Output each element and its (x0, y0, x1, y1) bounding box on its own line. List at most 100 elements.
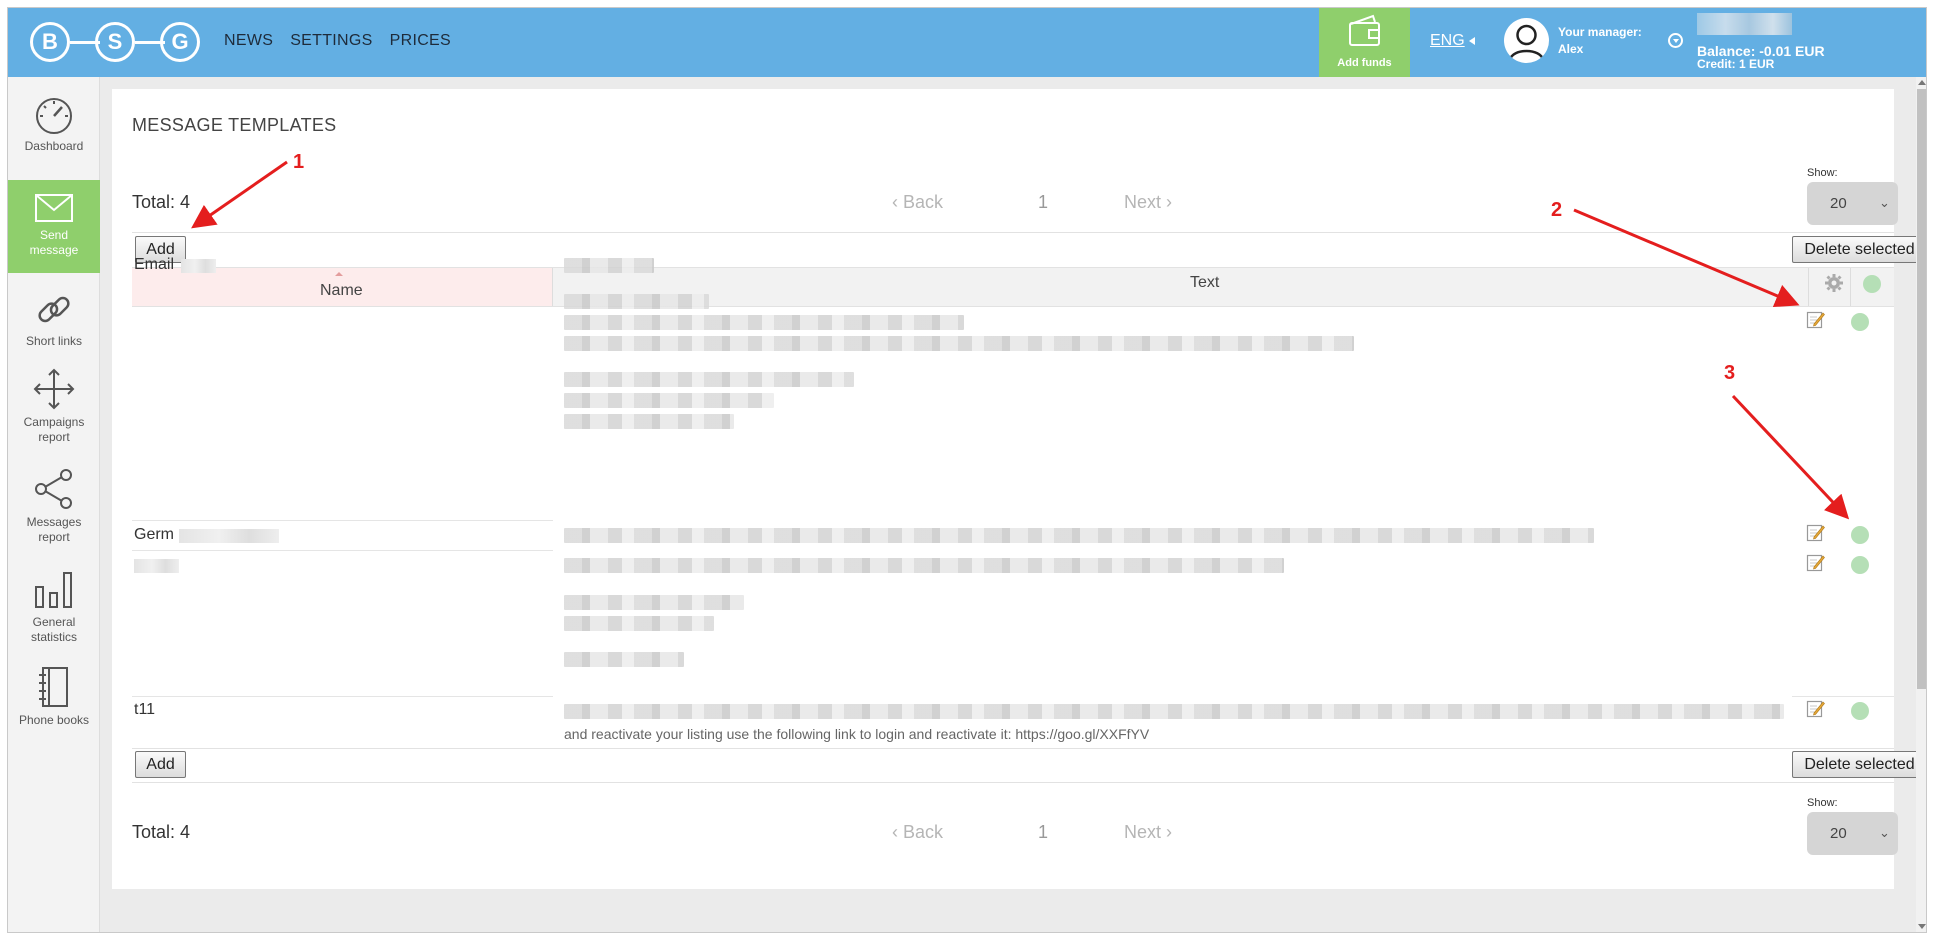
column-divider (1850, 268, 1851, 306)
text-redacted (564, 372, 854, 387)
sidebar-item-messages-report[interactable]: Messages report (8, 467, 100, 545)
scroll-down-icon[interactable] (1918, 924, 1926, 929)
sidebar-item-label: Short links (25, 334, 83, 348)
status-header-dot[interactable] (1863, 275, 1881, 293)
caret-left-icon[interactable] (1469, 37, 1475, 45)
chevron-left-icon: ‹ (892, 822, 903, 842)
text-redacted (564, 616, 714, 631)
annotation-number-2: 2 (1551, 199, 1563, 221)
link-icon (38, 296, 70, 323)
nav-prices[interactable]: PRICES (390, 32, 451, 50)
user-icon (1508, 24, 1545, 61)
text-redacted (564, 393, 774, 408)
gear-icon[interactable] (1823, 272, 1845, 294)
sidebar-item-label: Dashboard (24, 139, 84, 153)
template-name[interactable]: Email (134, 256, 174, 274)
account-dropdown-icon[interactable] (1668, 33, 1683, 48)
sidebar-item-label: Campaigns report (23, 415, 85, 444)
status-dot-active[interactable] (1851, 526, 1869, 544)
status-dot-active[interactable] (1851, 313, 1869, 331)
edit-icon[interactable] (1806, 553, 1825, 572)
wallet-icon (1349, 14, 1380, 46)
browser-frame: B S G NEWS SETTINGS PRICES Add funds ENG (7, 7, 1927, 933)
text-redacted (564, 652, 684, 667)
sidebar-item-general-statistics[interactable]: General statistics (8, 567, 100, 645)
pager-back-label: Back (903, 192, 944, 212)
logo-letter-g: G (160, 22, 200, 62)
sidebar-item-dashboard[interactable]: Dashboard (8, 95, 100, 154)
sidebar-item-campaigns-report[interactable]: Campaigns report (8, 367, 100, 445)
scrollbar-thumb[interactable] (1917, 89, 1926, 689)
pager-next-label: Next (1124, 822, 1162, 842)
share-icon (35, 469, 72, 509)
sidebar-item-short-links[interactable]: Short links (8, 290, 100, 349)
annotation-number-1: 1 (293, 151, 305, 173)
name-redacted (181, 259, 216, 273)
chevron-down-icon: ⌄ (1879, 195, 1890, 210)
delete-selected-button[interactable]: Delete selected (1792, 236, 1926, 263)
edit-icon[interactable] (1806, 699, 1825, 718)
scroll-up-icon[interactable] (1918, 80, 1926, 85)
text-redacted (564, 336, 1354, 351)
bar-chart-icon (35, 572, 72, 608)
show-label-bottom: Show: (1807, 797, 1838, 809)
page-size-value: 20 (1830, 195, 1847, 212)
add-button-bottom[interactable]: Add (135, 751, 186, 778)
total-count: Total: 4 (132, 192, 191, 212)
page-size-select-bottom[interactable]: 20 ⌄ (1807, 812, 1898, 855)
logo-letter-s: S (95, 22, 135, 62)
status-dot-active[interactable] (1851, 702, 1869, 720)
add-funds-label: Add funds (1337, 57, 1392, 69)
row-divider (132, 550, 553, 551)
template-text: and reactivate your listing use the foll… (564, 726, 1150, 742)
edit-icon[interactable] (1806, 310, 1825, 329)
pager-next-button-bottom[interactable]: Next › (1124, 822, 1172, 843)
pager-page-number-bottom[interactable]: 1 (1038, 822, 1048, 843)
credit-text: Credit: 1 EUR (1697, 57, 1775, 71)
sidebar-item-send-message[interactable]: Send message (8, 180, 100, 273)
text-redacted (564, 595, 744, 610)
envelope-icon (35, 194, 73, 222)
text-redacted (564, 704, 1784, 719)
language-selector[interactable]: ENG (1430, 32, 1465, 50)
text-redacted (564, 315, 964, 330)
row-divider (132, 520, 553, 521)
notebook-icon (39, 667, 68, 707)
sidebar: Dashboard Send message Short links Campa… (8, 77, 100, 932)
account-id-redacted (1697, 13, 1792, 35)
nav-settings[interactable]: SETTINGS (290, 32, 372, 50)
template-name[interactable]: Germ (134, 526, 174, 544)
annotation-number-3: 3 (1724, 362, 1736, 384)
divider (132, 782, 1894, 783)
page-size-select[interactable]: 20 ⌄ (1807, 182, 1898, 225)
text-redacted (564, 258, 654, 273)
bsg-logo[interactable]: B S G (30, 19, 210, 65)
column-divider (1808, 268, 1809, 306)
logo-letter-b: B (30, 22, 70, 62)
page-size-value: 20 (1830, 825, 1847, 842)
row-divider (132, 696, 553, 697)
delete-selected-button-bottom[interactable]: Delete selected (1792, 751, 1926, 778)
chevron-down-icon: ⌄ (1879, 825, 1890, 840)
column-header-name[interactable]: Name (132, 268, 553, 306)
edit-icon[interactable] (1806, 523, 1825, 542)
pager-back-button[interactable]: ‹ Back (892, 192, 943, 213)
pager-back-button-bottom[interactable]: ‹ Back (892, 822, 943, 843)
pager-next-button[interactable]: Next › (1124, 192, 1172, 213)
status-dot-active[interactable] (1851, 556, 1869, 574)
manager-avatar (1504, 18, 1549, 63)
nav-news[interactable]: NEWS (224, 32, 273, 50)
pager-back-label: Back (903, 822, 944, 842)
name-redacted (179, 529, 279, 543)
add-funds-button[interactable]: Add funds (1319, 8, 1410, 77)
pager-page-number[interactable]: 1 (1038, 192, 1048, 213)
sidebar-item-label: Send message (29, 228, 79, 257)
table-header: Name Text (132, 267, 1894, 307)
template-name[interactable]: t11 (134, 701, 155, 719)
manager-label: Your manager: (1558, 25, 1642, 39)
vertical-scrollbar[interactable] (1916, 77, 1926, 932)
name-redacted (134, 559, 179, 573)
divider (132, 232, 1894, 233)
sidebar-item-label: Messages report (26, 515, 82, 544)
sidebar-item-phone-books[interactable]: Phone books (8, 665, 100, 728)
